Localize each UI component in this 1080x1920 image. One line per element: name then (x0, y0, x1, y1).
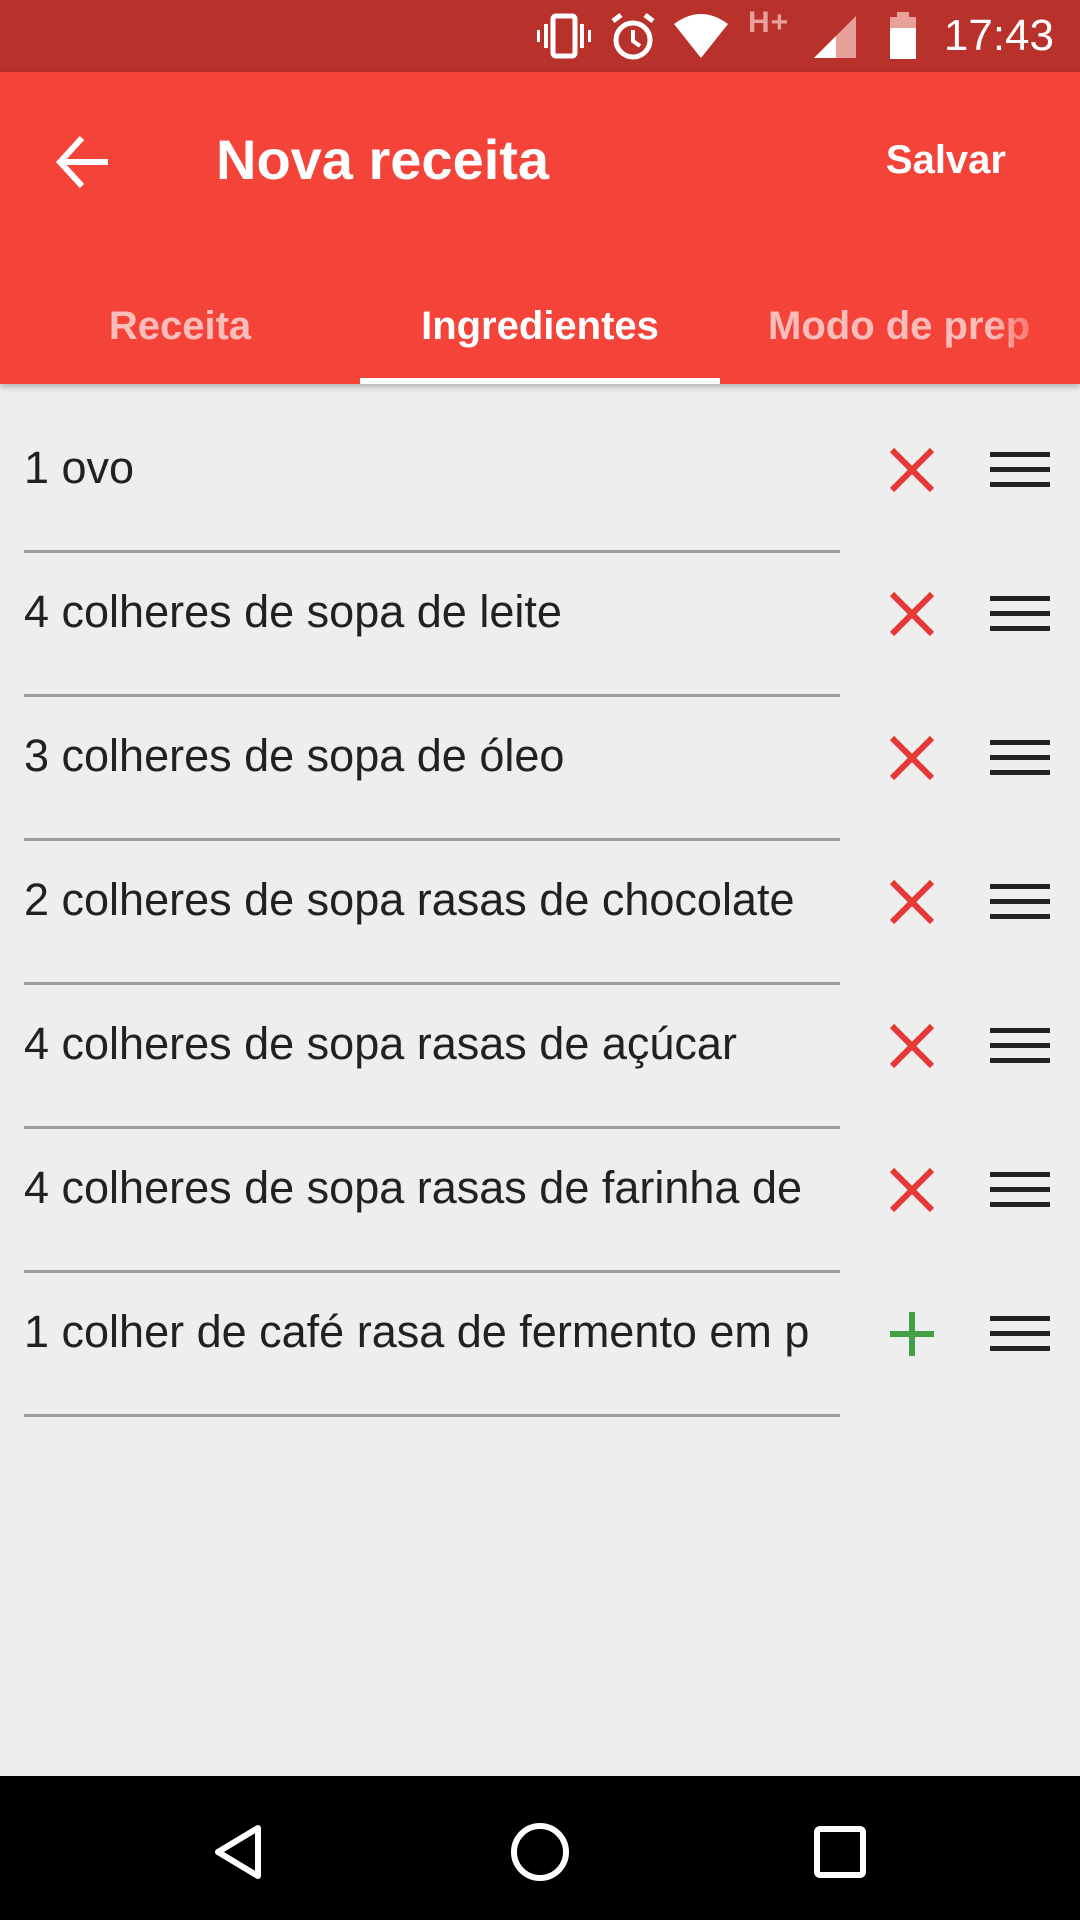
recents-square-icon (814, 1826, 866, 1878)
back-triangle-icon (215, 1825, 261, 1879)
add-ingredient-button[interactable] (882, 1304, 942, 1364)
ingredient-input[interactable]: 3 colheres de sopa de óleo (24, 726, 840, 786)
status-clock: 17:43 (943, 11, 1054, 60)
battery-icon (888, 12, 918, 65)
remove-ingredient-button[interactable] (882, 440, 942, 500)
ingredient-input[interactable]: 4 colheres de sopa de leite (24, 582, 840, 642)
ingredient-input[interactable]: 1 ovo (24, 438, 840, 498)
drag-handle-icon (990, 596, 1050, 631)
close-icon (889, 591, 935, 637)
alarm-icon (608, 12, 658, 67)
drag-handle[interactable] (988, 730, 1052, 786)
remove-ingredient-button[interactable] (882, 584, 942, 644)
list-item: 1 colher de café rasa de fermento em p (0, 1264, 1080, 1417)
drag-handle[interactable] (988, 1162, 1052, 1218)
tab-receita[interactable]: Receita (0, 268, 360, 384)
remove-ingredient-button[interactable] (882, 728, 942, 788)
drag-handle-icon (990, 1028, 1050, 1063)
list-item: 1 ovo (0, 400, 1080, 553)
drag-handle[interactable] (988, 874, 1052, 930)
drag-handle-icon (990, 884, 1050, 919)
nav-back-button[interactable] (204, 1816, 276, 1888)
ingredient-input[interactable]: 4 colheres de sopa rasas de açúcar (24, 1014, 840, 1074)
close-icon (889, 1023, 935, 1069)
app-bar: Nova receita Salvar Receita Ingredientes… (0, 72, 1080, 384)
tab-indicator (360, 378, 720, 384)
ingredient-input[interactable]: 4 colheres de sopa rasas de farinha de (24, 1158, 840, 1218)
close-icon (889, 879, 935, 925)
tab-ingredientes[interactable]: Ingredientes (360, 268, 720, 384)
network-type-label: H+ (748, 6, 790, 39)
input-underline (24, 1414, 840, 1417)
signal-icon (812, 12, 858, 65)
drag-handle[interactable] (988, 586, 1052, 642)
ingredient-input[interactable]: 1 colher de café rasa de fermento em p (24, 1302, 840, 1362)
list-item: 4 colheres de sopa rasas de açúcar (0, 976, 1080, 1129)
arrow-back-icon (55, 135, 108, 189)
list-item: 2 colheres de sopa rasas de chocolate (0, 832, 1080, 985)
plus-icon (890, 1312, 934, 1356)
nav-recents-button[interactable] (804, 1816, 876, 1888)
tab-overflow-fade (990, 268, 1080, 384)
close-icon (889, 1167, 935, 1213)
close-icon (889, 447, 935, 493)
drag-handle-icon (990, 452, 1050, 487)
ingredient-list: 1 ovo 4 colheres de sopa de leite 3 colh… (0, 400, 1080, 1417)
drag-handle-icon (990, 1316, 1050, 1351)
nav-home-button[interactable] (504, 1816, 576, 1888)
ingredient-input[interactable]: 2 colheres de sopa rasas de chocolate (24, 870, 840, 930)
vibrate-icon (536, 12, 592, 65)
drag-handle-icon (990, 740, 1050, 775)
home-circle-icon (511, 1823, 569, 1881)
drag-handle[interactable] (988, 442, 1052, 498)
back-button[interactable] (52, 130, 116, 194)
save-button[interactable]: Salvar (886, 134, 1006, 186)
drag-handle-icon (990, 1172, 1050, 1207)
list-item: 4 colheres de sopa rasas de farinha de (0, 1120, 1080, 1273)
remove-ingredient-button[interactable] (882, 872, 942, 932)
tab-bar: Receita Ingredientes Modo de prep (0, 268, 1080, 384)
list-item: 3 colheres de sopa de óleo (0, 688, 1080, 841)
close-icon (889, 735, 935, 781)
navigation-bar (0, 1776, 1080, 1920)
drag-handle[interactable] (988, 1018, 1052, 1074)
wifi-icon (672, 12, 730, 65)
remove-ingredient-button[interactable] (882, 1016, 942, 1076)
drag-handle[interactable] (988, 1306, 1052, 1362)
status-bar: H+ 17:43 (0, 0, 1080, 72)
page-title: Nova receita (216, 128, 550, 191)
list-item: 4 colheres de sopa de leite (0, 544, 1080, 697)
remove-ingredient-button[interactable] (882, 1160, 942, 1220)
